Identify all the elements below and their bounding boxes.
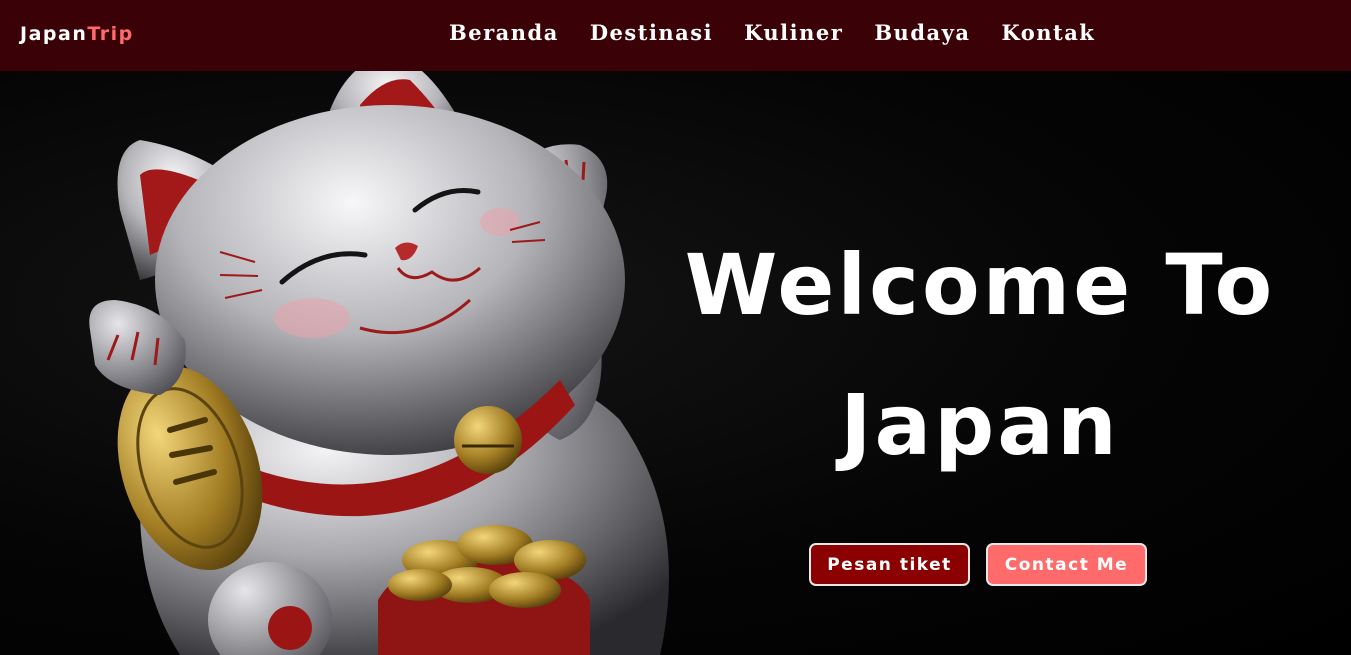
nav-menu: Beranda Destinasi Kuliner Budaya Kontak (449, 20, 1095, 45)
nav-kuliner[interactable]: Kuliner (744, 20, 843, 45)
lucky-cat-image (89, 71, 669, 655)
brand-primary: Japan (20, 23, 88, 45)
hero-title: Welcome To Japan (660, 215, 1300, 495)
nav-budaya[interactable]: Budaya (874, 20, 970, 45)
hero-section: Welcome To Japan (0, 71, 1351, 655)
nav-destinasi[interactable]: Destinasi (590, 20, 713, 45)
nav-kontak[interactable]: Kontak (1001, 20, 1095, 45)
hero-title-line2: Japan (840, 376, 1120, 474)
hero-title-line1: Welcome To (684, 236, 1276, 334)
contact-me-button[interactable]: Contact Me (986, 543, 1147, 586)
navbar: JapanTrip Beranda Destinasi Kuliner Buda… (0, 0, 1351, 71)
book-ticket-button[interactable]: Pesan tiket (809, 543, 970, 586)
nav-beranda[interactable]: Beranda (449, 20, 559, 45)
brand-accent: Trip (87, 23, 134, 45)
brand-logo[interactable]: JapanTrip (20, 23, 134, 45)
